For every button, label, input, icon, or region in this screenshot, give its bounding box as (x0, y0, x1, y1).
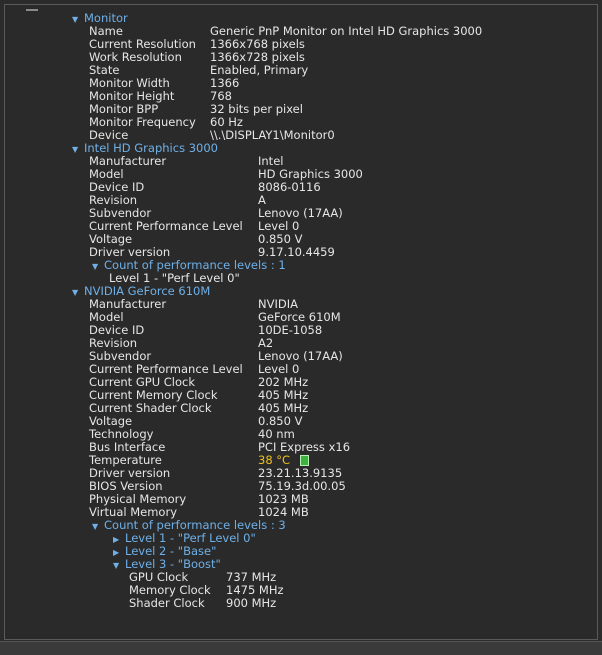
nvidia-perf-level-3[interactable]: ▼ Level 3 - "Boost" (0, 558, 598, 571)
property-row: Shader Clock 900 MHz (0, 597, 598, 610)
section-intel-gpu-label: Intel HD Graphics 3000 (84, 141, 218, 155)
property-label: Shader Clock (129, 596, 205, 610)
nvidia-perf-level-2[interactable]: ▶ Level 2 - "Base" (0, 545, 598, 558)
nvidia-perf-level-2-label: Level 2 - "Base" (125, 544, 217, 558)
property-row: Driver version 9.17.10.4459 (0, 246, 598, 259)
nvidia-perf-levels-label: Count of performance levels : 3 (104, 518, 286, 532)
property-value: \\.\DISPLAY1\Monitor0 (210, 128, 335, 142)
property-row: GPU Clock 737 MHz (0, 571, 598, 584)
nvidia-perf-levels[interactable]: ▼ Count of performance levels : 3 (0, 519, 598, 532)
nvidia-perf-level-1[interactable]: ▶ Level 1 - "Perf Level 0" (0, 532, 598, 545)
resize-grip[interactable] (26, 9, 38, 11)
property-value: 8086-0116 (258, 180, 321, 194)
device-tree: ▼ Monitor Name Generic PnP Monitor on Intel… (0, 12, 598, 610)
section-nvidia-gpu-label: NVIDIA GeForce 610M (84, 284, 211, 298)
property-row: Memory Clock 1475 MHz (0, 584, 598, 597)
thermometer-icon (300, 455, 309, 466)
property-row: Virtual Memory 1024 MB (0, 506, 598, 519)
section-monitor-label: Monitor (84, 11, 128, 25)
property-value: 900 MHz (226, 596, 277, 610)
intel-perf-levels-label: Count of performance levels : 1 (104, 258, 286, 272)
status-bar (0, 641, 602, 655)
nvidia-perf-level-1-label: Level 1 - "Perf Level 0" (125, 531, 256, 545)
nvidia-perf-level-3-label: Level 3 - "Boost" (125, 557, 221, 571)
intel-perf-levels[interactable]: ▼ Count of performance levels : 1 (0, 259, 598, 272)
